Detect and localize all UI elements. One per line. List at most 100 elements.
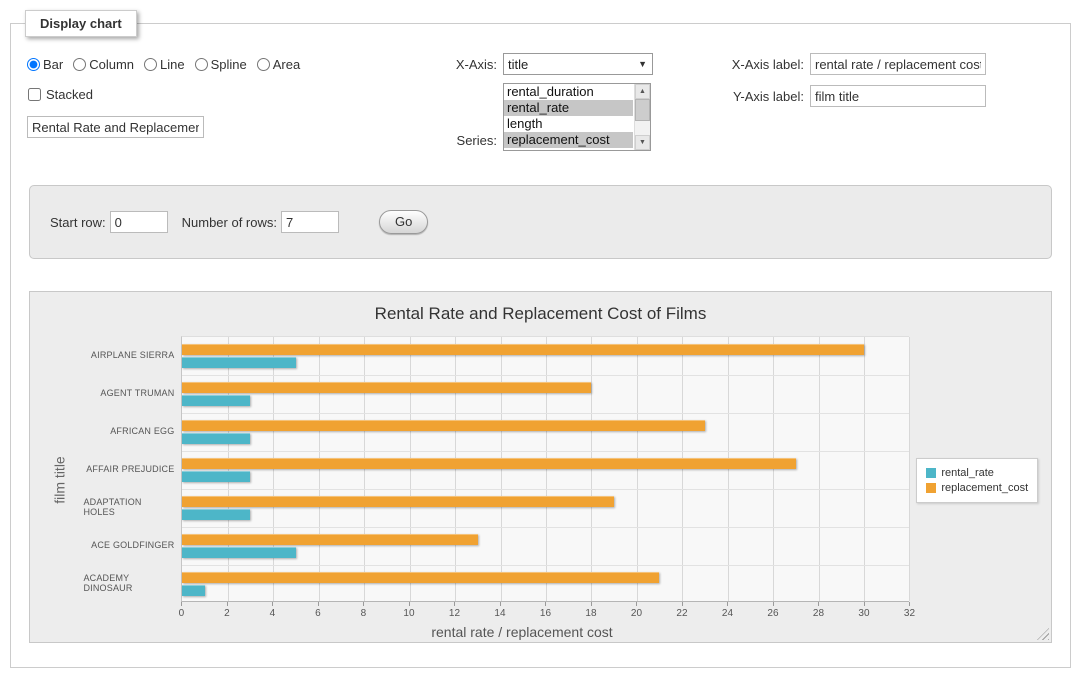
chart-title-input[interactable]	[27, 116, 204, 138]
x-tick-mark	[318, 602, 319, 606]
category-label: ACADEMY DINOSAUR	[83, 564, 181, 602]
chart-title-row	[27, 116, 441, 138]
bar-rental_rate	[182, 395, 250, 406]
gridline-vertical	[682, 337, 683, 601]
num-rows-input[interactable]	[281, 211, 339, 233]
radio-column[interactable]	[73, 58, 86, 71]
y-axis-label-input[interactable]	[810, 85, 986, 107]
bar-replacement_cost	[182, 420, 704, 431]
num-rows-label: Number of rows:	[182, 215, 281, 230]
chart-body: film title AIRPLANE SIERRAAGENT TRUMANAF…	[36, 336, 1045, 624]
x-tick-mark	[227, 602, 228, 606]
x-tick-mark	[909, 602, 910, 606]
category-label: AFRICAN EGG	[83, 412, 181, 450]
x-tick-label: 30	[858, 608, 869, 619]
series-option-rental_rate[interactable]: rental_rate	[504, 100, 633, 116]
x-tick-label: 18	[585, 608, 596, 619]
gridline-vertical	[728, 337, 729, 601]
gridline-horizontal	[182, 451, 909, 452]
chart-type-option-bar[interactable]: Bar	[27, 57, 63, 72]
gridline-horizontal	[182, 489, 909, 490]
legend-label: rental_rate	[941, 467, 994, 479]
gridline-vertical	[819, 337, 820, 601]
start-row-label: Start row:	[50, 215, 110, 230]
axis-label-column: X-Axis label: Y-Axis label:	[696, 53, 1070, 159]
chart-type-option-area[interactable]: Area	[257, 57, 300, 72]
chart-controls: Bar Column Line Spline Area Stacked X-Axis: …	[11, 37, 1070, 159]
gridline-vertical	[410, 337, 411, 601]
series-option-length[interactable]: length	[504, 116, 633, 132]
gridline-vertical	[501, 337, 502, 601]
chart-type-option-spline[interactable]: Spline	[195, 57, 247, 72]
chart-panel: Rental Rate and Replacement Cost of Film…	[29, 291, 1052, 643]
bar-replacement_cost	[182, 382, 591, 393]
series-option-rental_duration[interactable]: rental_duration	[504, 84, 633, 100]
x-axis-selected-value: title	[508, 57, 528, 72]
x-tick-label: 16	[540, 608, 551, 619]
x-tick-mark	[864, 602, 865, 606]
start-row-input[interactable]	[110, 211, 168, 233]
stacked-row: Stacked	[27, 87, 441, 102]
scrollbar[interactable]: ▲ ▼	[634, 84, 650, 150]
chart-type-column: Bar Column Line Spline Area Stacked	[11, 53, 441, 159]
x-tick-label: 24	[722, 608, 733, 619]
plot-column: 02468101214161820222426283032	[181, 336, 909, 624]
plot-area	[181, 336, 909, 602]
gridline-vertical	[637, 337, 638, 601]
bar-rental_rate	[182, 357, 295, 368]
chevron-down-icon: ▼	[638, 59, 647, 69]
category-label: ADAPTATION HOLES	[83, 488, 181, 526]
category-label: AFFAIR PREJUDICE	[83, 450, 181, 488]
x-tick-label: 6	[315, 608, 321, 619]
x-axis-select[interactable]: title ▼	[503, 53, 653, 75]
scrollbar-thumb[interactable]	[635, 99, 650, 121]
category-label: ACE GOLDFINGER	[83, 526, 181, 564]
x-tick-mark	[636, 602, 637, 606]
radio-area[interactable]	[257, 58, 270, 71]
x-tick-mark	[409, 602, 410, 606]
bar-rental_rate	[182, 509, 250, 520]
x-axis-label-input[interactable]	[810, 53, 986, 75]
stacked-checkbox[interactable]	[28, 88, 41, 101]
gridline-horizontal	[182, 565, 909, 566]
x-tick-label: 28	[813, 608, 824, 619]
chart-type-option-line[interactable]: Line	[144, 57, 185, 72]
go-button[interactable]: Go	[379, 210, 428, 234]
gridline-vertical	[773, 337, 774, 601]
x-tick-mark	[272, 602, 273, 606]
series-option-replacement_cost[interactable]: replacement_cost	[504, 132, 633, 148]
series-select-label: Series:	[441, 133, 503, 148]
chart-type-option-label: Bar	[43, 57, 63, 72]
x-tick-mark	[454, 602, 455, 606]
x-tick-label: 8	[361, 608, 367, 619]
fieldset-legend: Display chart	[25, 10, 137, 37]
gridline-vertical	[455, 337, 456, 601]
bar-replacement_cost	[182, 458, 795, 469]
radio-spline[interactable]	[195, 58, 208, 71]
legend-swatch	[926, 468, 936, 478]
x-tick-mark	[545, 602, 546, 606]
legend-item-rental_rate[interactable]: rental_rate	[926, 467, 1028, 479]
x-tick-label: 2	[224, 608, 230, 619]
radio-line[interactable]	[144, 58, 157, 71]
y-axis-title: film title	[52, 456, 68, 503]
chart-type-option-label: Spline	[211, 57, 247, 72]
scrollbar-down-icon[interactable]: ▼	[635, 135, 650, 150]
category-label: AIRPLANE SIERRA	[83, 336, 181, 374]
y-axis-label-row: Y-Axis label:	[722, 85, 1070, 107]
legend-item-replacement_cost[interactable]: replacement_cost	[926, 482, 1028, 494]
axis-series-column: X-Axis: title ▼ Series: ▲ ▼ rental_d	[441, 53, 696, 159]
gridline-vertical	[591, 337, 592, 601]
display-chart-fieldset: Display chart Bar Column Line Spline Area St…	[10, 10, 1071, 668]
x-axis-row: X-Axis: title ▼	[441, 53, 696, 75]
row-range-panel: Start row: Number of rows: Go	[29, 185, 1052, 259]
series-list[interactable]: ▲ ▼ rental_durationrental_ratelengthrepl…	[503, 83, 651, 151]
resize-handle-icon[interactable]	[1037, 628, 1049, 640]
radio-bar[interactable]	[27, 58, 40, 71]
legend-label: replacement_cost	[941, 482, 1028, 494]
scrollbar-up-icon[interactable]: ▲	[635, 84, 650, 99]
gridline-vertical	[273, 337, 274, 601]
gridline-vertical	[228, 337, 229, 601]
page: Display chart Bar Column Line Spline Area St…	[0, 0, 1081, 681]
chart-type-option-column[interactable]: Column	[73, 57, 134, 72]
